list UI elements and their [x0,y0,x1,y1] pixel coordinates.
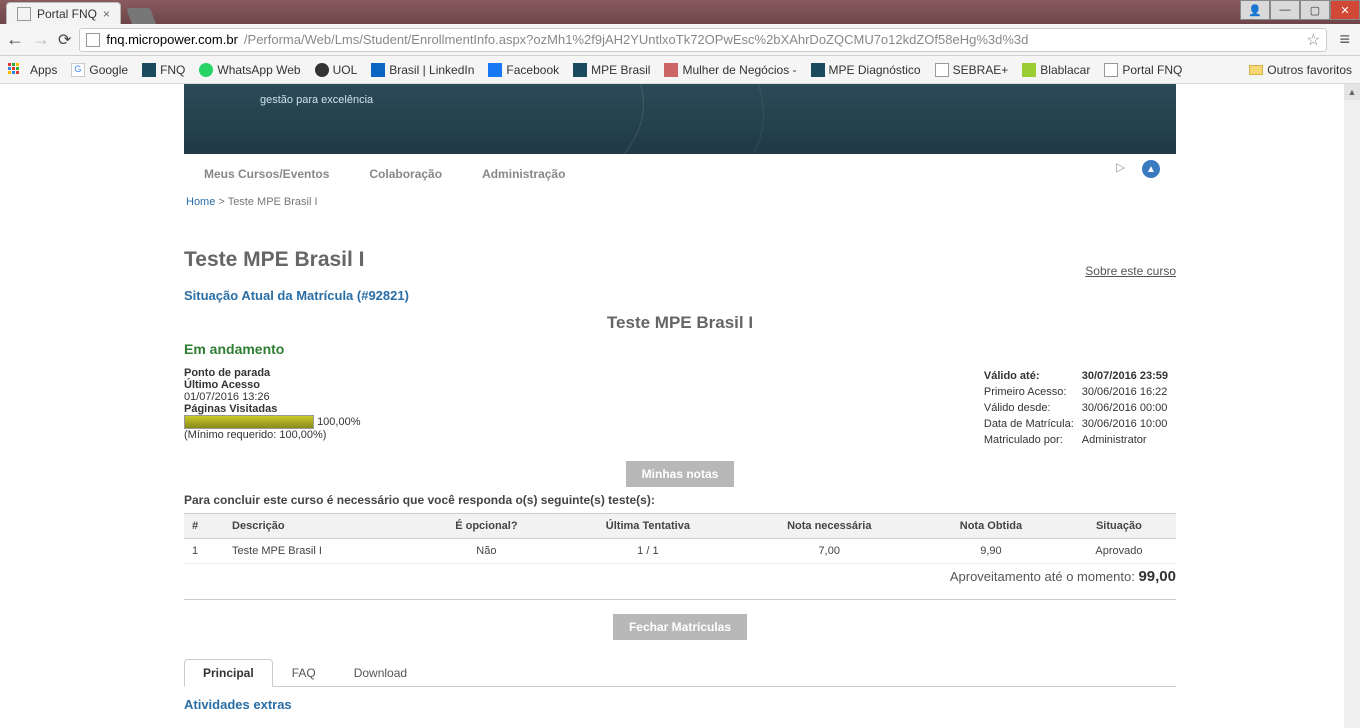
tab-principal[interactable]: Principal [184,659,273,687]
my-grades-button[interactable]: Minhas notas [626,461,735,487]
bookmark-mpe-brasil[interactable]: MPE Brasil [573,63,650,77]
url-path: /Performa/Web/Lms/Student/EnrollmentInfo… [244,32,1028,47]
linkedin-icon [371,63,385,77]
top-nav: Meus Cursos/Eventos Colaboração Administ… [184,154,1176,194]
tab-faq[interactable]: FAQ [273,659,335,687]
progress-percent: 100,00% [317,416,360,428]
left-info: Ponto de parada Último Acesso 01/07/2016… [184,367,361,449]
mn-icon [664,63,678,77]
progress-bar [184,415,314,429]
table-row: 1 Teste MPE Brasil I Não 1 / 1 7,00 9,90… [184,539,1176,564]
bottom-tabs: Principal FAQ Download [184,658,1176,687]
uol-icon [315,63,329,77]
last-access-label: Último Acesso [184,379,361,391]
folder-icon [1249,65,1263,75]
other-bookmarks[interactable]: Outros favoritos [1249,63,1352,77]
new-tab-button[interactable] [126,8,156,24]
blablacar-icon [1022,63,1036,77]
bell-icon[interactable]: ▷ [1116,160,1134,178]
extras-heading: Atividades extras [184,697,1176,712]
fnq-icon [142,63,156,77]
reload-button[interactable]: ⟳ [58,30,71,50]
window-close-icon[interactable]: ✕ [1330,0,1360,20]
pages-visited-label: Páginas Visitadas [184,403,361,415]
site-banner: gestão para excelência [184,84,1176,154]
back-button[interactable]: ← [6,29,24,50]
facebook-icon [488,63,502,77]
apps-icon [8,63,22,77]
doc-icon [935,63,949,77]
window-controls: 👤 — ▢ ✕ [1240,0,1360,20]
apps-button[interactable]: Apps [8,63,57,77]
forward-button: → [32,29,50,50]
min-required: (Mínimo requerido: 100,00%) [184,429,361,441]
window-maximize-icon[interactable]: ▢ [1300,0,1330,20]
apps-label: Apps [30,63,57,77]
bookmark-uol[interactable]: UOL [315,63,358,77]
vertical-scrollbar[interactable]: ▲ [1344,84,1360,728]
bookmark-star-icon[interactable]: ☆ [1306,30,1320,50]
scroll-top-icon[interactable]: ▲ [1142,160,1160,178]
stop-point-label: Ponto de parada [184,367,361,379]
tests-table: # Descrição É opcional? Última Tentativa… [184,513,1176,564]
achievement-line: Aproveitamento até o momento: 99,00 [184,568,1176,585]
course-title: Teste MPE Brasil I [184,313,1176,333]
nav-meus-cursos[interactable]: Meus Cursos/Eventos [204,167,329,181]
bookmark-sebrae[interactable]: SEBRAE+ [935,63,1009,77]
right-info: Válido até:30/07/2016 23:59 Primeiro Ace… [982,367,1176,449]
last-access-value: 01/07/2016 13:26 [184,391,361,403]
window-user-icon[interactable]: 👤 [1240,0,1270,20]
bookmark-linkedin[interactable]: Brasil | LinkedIn [371,63,474,77]
instruction-text: Para concluir este curso é necessário qu… [184,493,1176,507]
scroll-up-icon[interactable]: ▲ [1344,84,1360,100]
bookmark-mpe-diagnostico[interactable]: MPE Diagnóstico [811,63,921,77]
mpe-icon [811,63,825,77]
close-enrollment-button[interactable]: Fechar Matrículas [613,614,747,640]
window-titlebar: Portal FNQ × 👤 — ▢ ✕ [0,0,1360,24]
browser-tab[interactable]: Portal FNQ × [6,2,121,24]
bookmark-blablacar[interactable]: Blablacar [1022,63,1090,77]
bookmark-fnq[interactable]: FNQ [142,63,185,77]
about-course-link[interactable]: Sobre este curso [1085,264,1176,278]
bookmark-whatsapp[interactable]: WhatsApp Web [199,63,300,77]
bookmarks-bar: Apps Google FNQ WhatsApp Web UOL Brasil … [0,56,1360,84]
separator [184,599,1176,600]
nav-colaboracao[interactable]: Colaboração [369,167,442,181]
page-title: Teste MPE Brasil I [184,248,1176,272]
tab-download[interactable]: Download [335,659,426,687]
breadcrumb: Home > Teste MPE Brasil I [184,194,1176,208]
browser-toolbar: ← → ⟳ fnq.micropower.com.br /Performa/We… [0,24,1360,56]
page-icon [86,33,100,47]
breadcrumb-current: Teste MPE Brasil I [228,196,318,208]
google-icon [71,63,85,77]
page-icon [17,7,31,21]
bookmark-mulher-negocios[interactable]: Mulher de Negócios - [664,63,796,77]
bookmark-google[interactable]: Google [71,63,128,77]
enrollment-status-header: Situação Atual da Matrícula (#92821) [184,288,1176,303]
breadcrumb-home[interactable]: Home [186,196,215,208]
bookmark-portal-fnq[interactable]: Portal FNQ [1104,63,1182,77]
mpe-icon [573,63,587,77]
url-host: fnq.micropower.com.br [106,32,238,47]
page-viewport: gestão para excelência Meus Cursos/Event… [0,84,1360,728]
close-tab-icon[interactable]: × [103,7,110,21]
doc-icon [1104,63,1118,77]
nav-administracao[interactable]: Administração [482,167,565,181]
bookmark-facebook[interactable]: Facebook [488,63,559,77]
window-minimize-icon[interactable]: — [1270,0,1300,20]
whatsapp-icon [199,63,213,77]
status-badge: Em andamento [184,341,1176,357]
tab-title: Portal FNQ [37,7,97,21]
address-bar[interactable]: fnq.micropower.com.br /Performa/Web/Lms/… [79,28,1327,52]
chrome-menu-icon[interactable]: ≡ [1335,29,1354,50]
